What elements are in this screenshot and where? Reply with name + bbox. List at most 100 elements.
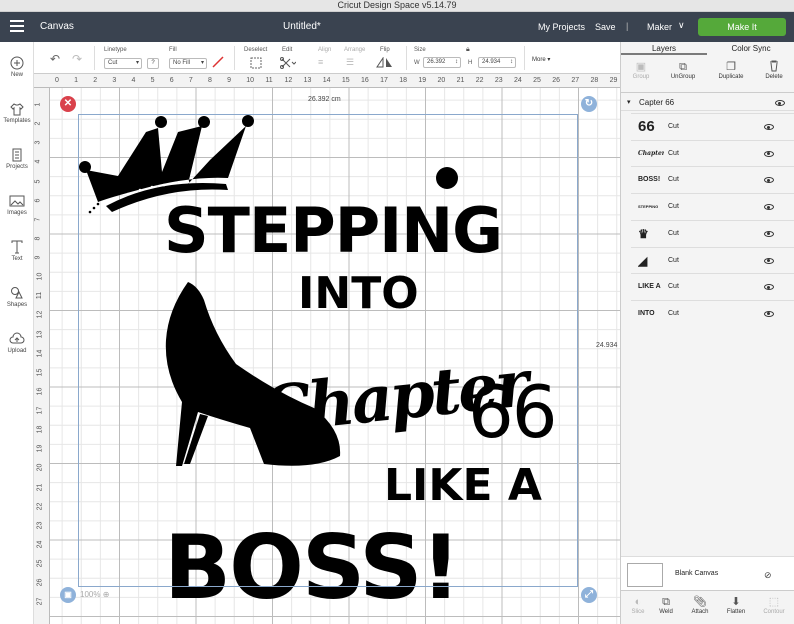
canvas-color-swatch[interactable] <box>627 563 663 587</box>
ruler-tick-label: 26 <box>552 77 561 84</box>
weld-button[interactable]: ⧉ Weld <box>649 595 683 615</box>
ruler-left: 1 2 3 4 5 6 7 8 9 10 11 12 13 14 15 16 17 18 19 20 21 22 23 24 2… <box>34 88 50 624</box>
lock-icon[interactable]: ▣ <box>60 587 76 603</box>
contour-button[interactable]: ⬚ Contour <box>757 595 791 615</box>
caret-down-icon[interactable]: ▾ <box>627 95 631 111</box>
eye-icon[interactable] <box>764 257 774 264</box>
help-button[interactable]: ? <box>147 58 159 69</box>
ruler-tick-label: 5 <box>34 179 42 183</box>
eye-icon[interactable] <box>764 150 774 157</box>
close-icon[interactable]: ✕ <box>60 96 76 112</box>
layer-row[interactable]: LIKE A Cut <box>631 273 794 299</box>
layer-row[interactable]: 66 Cut <box>631 113 794 139</box>
fill-select[interactable]: No Fill ▾ <box>169 58 207 69</box>
tool-label: Contour <box>763 609 785 615</box>
redo-icon[interactable]: ↷ <box>72 52 82 66</box>
rotate-icon[interactable]: ↻ <box>581 96 597 112</box>
design-canvas[interactable]: 0 1 2 3 4 5 6 7 8 9 10 11 12 13 14 15 16 17 18 19 20 21 22 23 24… <box>34 74 620 624</box>
tool-label: Flatten <box>726 609 746 615</box>
zoom-level[interactable]: 100% ⊕ <box>80 587 109 603</box>
ruler-tick-label: 28 <box>590 77 599 84</box>
ruler-tick-label: 17 <box>36 406 44 415</box>
sidebar-item-label: New <box>10 72 23 78</box>
deselect-icon[interactable] <box>250 57 262 71</box>
divider <box>406 46 407 70</box>
layer-thumbnail: 66 <box>638 119 655 135</box>
group-button[interactable]: ▣ Group <box>621 60 661 80</box>
layer-row[interactable]: Chapter Cut <box>631 139 794 166</box>
ruler-tick-label: 12 <box>36 310 44 319</box>
ruler-tick-label: 21 <box>456 77 465 84</box>
ruler-tick-label: 29 <box>609 77 618 84</box>
layers-panel: Layers Color Sync ▣ Group ⧉ UnGroup ❐ Dupli… <box>620 42 794 624</box>
ruler-tick-label: 21 <box>36 483 44 491</box>
attach-button[interactable]: 📎︎ Attach <box>683 595 717 615</box>
layer-row[interactable]: BOSS! Cut <box>631 166 794 192</box>
ruler-tick-label: 11 <box>36 292 44 300</box>
my-projects-link[interactable]: My Projects <box>538 22 585 32</box>
machine-selector[interactable]: Maker <box>647 22 672 32</box>
align-icon[interactable]: ≡ <box>318 57 323 67</box>
layer-row[interactable]: INTO Cut <box>631 299 794 326</box>
ruler-tick-label: 8 <box>208 77 212 84</box>
sidebar-item-text[interactable]: Text <box>0 240 34 262</box>
edit-scissors-icon[interactable] <box>280 57 297 71</box>
ruler-tick-label: 1 <box>34 102 42 107</box>
resize-icon[interactable]: ⤢ <box>581 587 597 603</box>
ruler-tick-label: 12 <box>284 77 293 84</box>
sidebar-item-upload[interactable]: Upload <box>0 332 34 354</box>
layer-row[interactable]: STEPPING Cut <box>631 193 794 219</box>
document-title[interactable]: Untitled* <box>283 21 321 32</box>
lock-icon[interactable]: 🔒︎ <box>466 46 470 54</box>
layer-row[interactable]: ♛ Cut <box>631 219 794 246</box>
projects-icon <box>0 148 34 162</box>
tab-layers[interactable]: Layers <box>621 42 707 55</box>
layer-thumbnail: LIKE A <box>638 283 661 291</box>
layer-thumbnail: ◢ <box>638 253 648 268</box>
undo-icon[interactable]: ↶ <box>50 52 60 66</box>
eye-hidden-icon[interactable]: ⊘ <box>764 570 772 581</box>
save-button[interactable]: Save <box>595 22 616 32</box>
trash-icon <box>754 60 794 74</box>
sidebar-item-projects[interactable]: Projects <box>0 148 34 170</box>
chevron-down-icon[interactable]: ∨ <box>678 20 685 31</box>
eye-icon[interactable] <box>764 284 774 291</box>
duplicate-button[interactable]: ❐ Duplicate <box>711 60 751 80</box>
height-input[interactable]: 24.934 ↕ <box>478 57 516 68</box>
arrange-icon[interactable]: ☰ <box>346 57 354 68</box>
sidebar-item-templates[interactable]: Templates <box>0 102 34 124</box>
sidebar-item-images[interactable]: Images <box>0 194 34 216</box>
tool-label: UnGroup <box>670 74 696 80</box>
linetype-select[interactable]: Cut ▾ <box>104 58 142 69</box>
flip-icon[interactable] <box>376 56 394 71</box>
attach-icon: 📎︎ <box>693 596 707 608</box>
blank-canvas-row[interactable]: Blank Canvas ⊘ <box>621 556 794 590</box>
ruler-tick-label: 27 <box>36 597 44 606</box>
sidebar-item-new[interactable]: New <box>0 56 34 78</box>
eye-icon[interactable] <box>764 204 774 211</box>
eye-icon[interactable] <box>764 230 774 237</box>
hamburger-menu-icon[interactable] <box>10 20 24 32</box>
selection-bounding-box[interactable] <box>78 114 578 587</box>
sidebar-item-shapes[interactable]: Shapes <box>0 286 34 308</box>
layer-row[interactable]: ◢ Cut <box>631 246 794 273</box>
eye-icon[interactable] <box>764 124 774 130</box>
shapes-icon <box>0 286 34 300</box>
eye-icon[interactable] <box>764 310 774 317</box>
delete-button[interactable]: Delete <box>754 60 794 80</box>
layer-label: Cut <box>668 229 679 237</box>
ungroup-button[interactable]: ⧉ UnGroup <box>663 60 703 80</box>
contour-icon: ⬚ <box>768 596 780 608</box>
width-input[interactable]: 26.392 ↕ <box>423 57 461 68</box>
flatten-button[interactable]: ⬇ Flatten <box>719 595 753 615</box>
more-menu[interactable]: More ▾ <box>532 56 550 63</box>
eye-icon[interactable] <box>775 100 785 106</box>
ruler-tick-label: 14 <box>36 349 44 358</box>
no-fill-swatch-icon[interactable] <box>212 56 224 70</box>
eye-icon[interactable] <box>764 177 774 184</box>
height-label: H <box>468 60 473 66</box>
make-it-button[interactable]: Make It <box>698 18 786 36</box>
ruler-tick-label: 6 <box>169 77 174 84</box>
layer-group-row[interactable]: ▾ Capter 66 <box>621 95 794 111</box>
tab-color-sync[interactable]: Color Sync <box>707 42 794 55</box>
